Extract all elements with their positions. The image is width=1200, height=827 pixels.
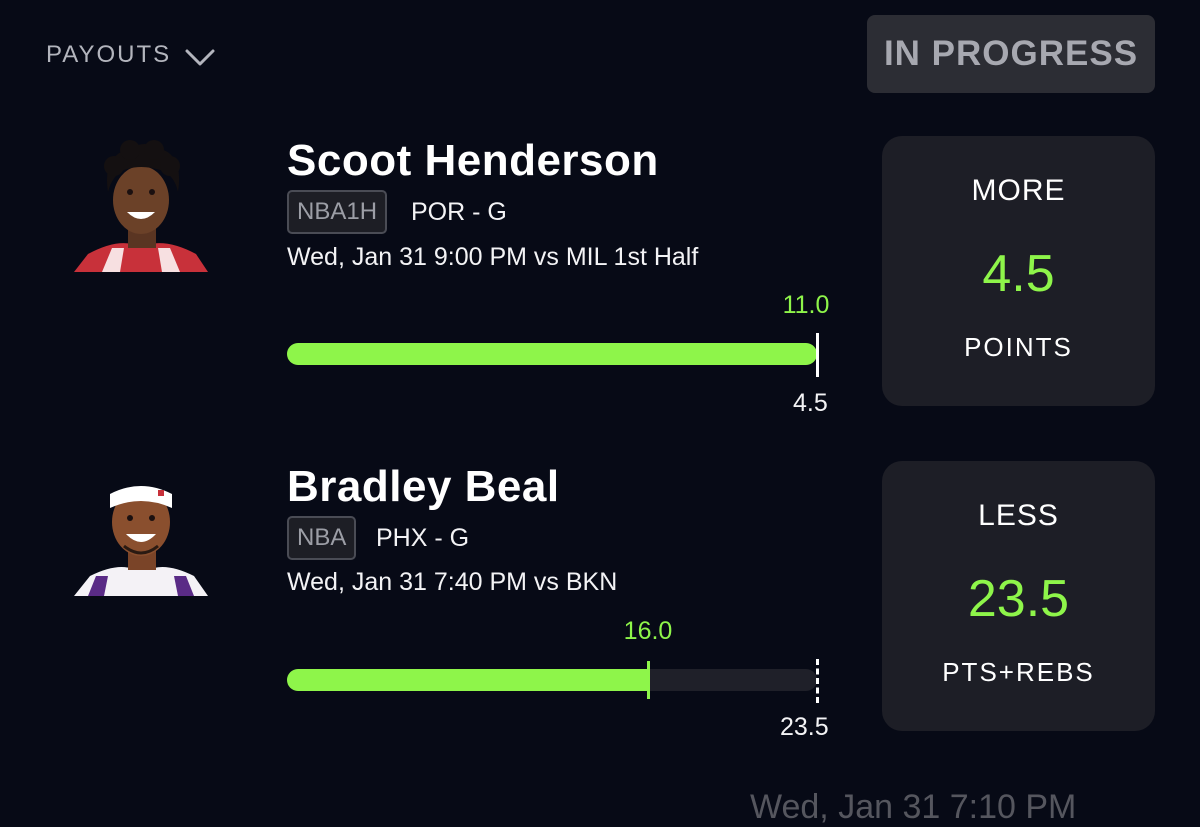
projection-stat: POINTS — [964, 332, 1073, 362]
line-marker — [816, 659, 819, 703]
projection-value: 23.5 — [967, 570, 1070, 628]
line-value: 23.5 — [780, 713, 829, 741]
pick-card[interactable]: Bradley Beal NBA PHX - G Wed, Jan 31 7:4… — [0, 0, 1200, 741]
projection-direction: LESS — [978, 499, 1059, 532]
progress-fill — [287, 343, 817, 365]
team-position: PHX - G — [376, 524, 470, 552]
league-badge: NBA — [287, 516, 357, 560]
line-value: 4.5 — [793, 389, 828, 417]
projection-stat: PTS+REBS — [942, 657, 1095, 687]
progress-bar — [287, 659, 819, 703]
progress-bar — [287, 333, 819, 377]
current-stat-value: 16.0 — [623, 617, 673, 645]
next-game-info: Wed, Jan 31 7:10 PM — [750, 788, 1077, 826]
player-avatar — [74, 460, 208, 596]
player-name: Bradley Beal — [287, 462, 560, 511]
current-marker — [646, 661, 650, 699]
projection-card[interactable]: LESS 23.5 PTS+REBS — [882, 461, 1155, 731]
game-info: Wed, Jan 31 7:40 PM vs BKN — [287, 568, 618, 596]
current-stat-value: 11.0 — [782, 291, 830, 319]
line-marker — [816, 333, 819, 377]
progress-fill — [287, 669, 648, 691]
